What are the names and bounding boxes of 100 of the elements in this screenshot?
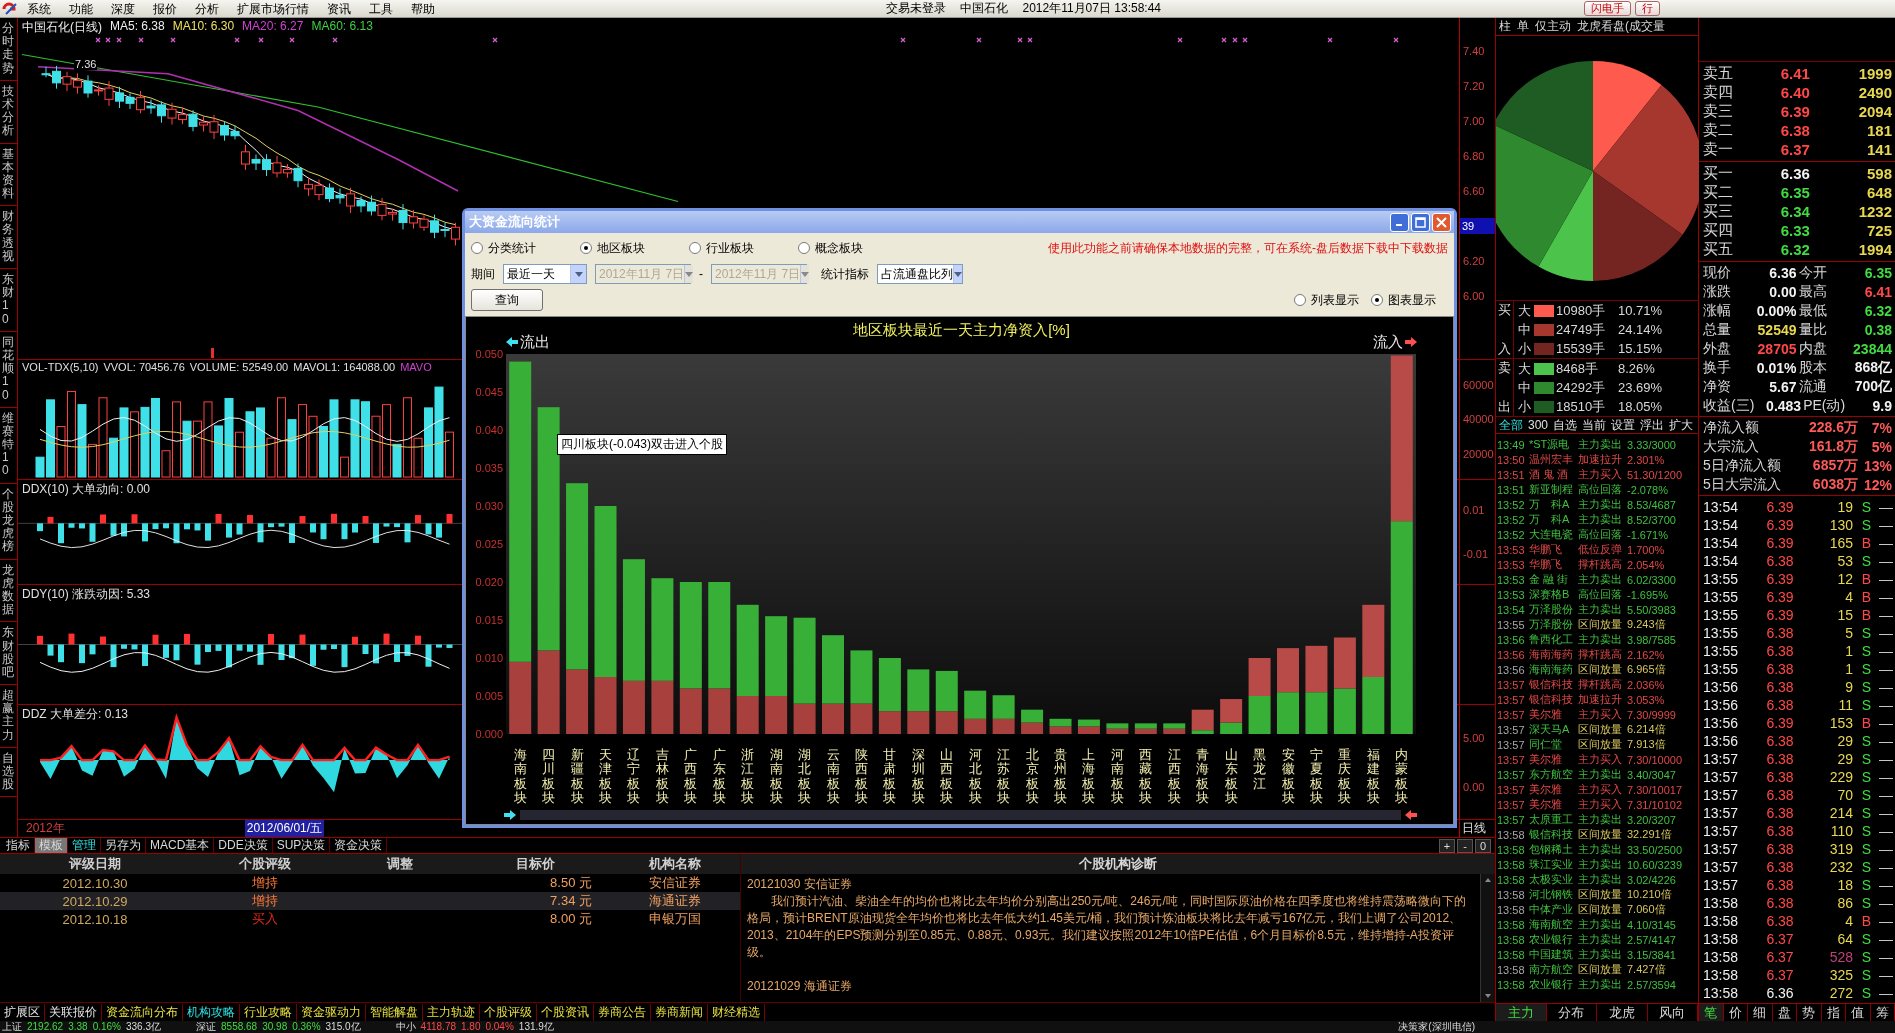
function-tab[interactable]: 智能解盘 <box>366 1003 423 1021</box>
stock-name[interactable]: 美尔雅 <box>1529 797 1576 812</box>
template-tab[interactable]: SUP决策 <box>272 838 331 853</box>
stock-name[interactable]: 万 科A <box>1529 497 1576 512</box>
template-tab[interactable]: MACD基本 <box>146 838 215 853</box>
function-tab[interactable]: 行业攻略 <box>240 1003 297 1021</box>
rating-row[interactable]: 2012.10.30 增持 8.50 元 安信证券 <box>0 874 740 892</box>
function-tab[interactable]: 财经精选 <box>708 1003 765 1021</box>
function-tab[interactable]: 扩展区 <box>0 1003 45 1021</box>
side-tab[interactable]: 自选股 <box>0 747 17 798</box>
stock-name[interactable]: 海南海药 <box>1529 647 1576 662</box>
stock-name[interactable]: 包钢稀土 <box>1529 842 1576 857</box>
menu-item[interactable]: 工具 <box>360 0 402 17</box>
mode-option[interactable]: 行业板块 <box>689 239 754 257</box>
view-tab[interactable]: 仅主动 <box>1535 18 1571 35</box>
stock-name[interactable]: 华鹏飞 <box>1529 542 1576 557</box>
mode-option[interactable]: 地区板块 <box>580 239 645 257</box>
menu-item[interactable]: 系统 <box>18 0 60 17</box>
side-tab[interactable]: 维赛特10 <box>0 407 17 484</box>
function-tab[interactable]: 券商公告 <box>594 1003 651 1021</box>
side-tab[interactable]: 东财股吧 <box>0 622 17 686</box>
view-tab[interactable]: 单 <box>1517 18 1529 35</box>
stock-name[interactable]: 酒 鬼 酒 <box>1529 467 1576 482</box>
view-tab[interactable]: 龙虎看盘(成交量 <box>1577 18 1665 35</box>
stock-name[interactable]: 万 科A <box>1529 512 1576 527</box>
stock-name[interactable]: 万泽股份 <box>1529 602 1576 617</box>
stock-name[interactable]: 深赛格B <box>1529 587 1576 602</box>
view-option[interactable]: 图表显示 <box>1371 291 1436 309</box>
stock-name[interactable]: 鲁西化工 <box>1529 632 1576 647</box>
stock-name[interactable]: 农业银行 <box>1529 977 1576 992</box>
rating-row[interactable]: 2012.10.29 增持 7.34 元 海通证券 <box>0 892 740 910</box>
stock-name[interactable]: 银信科技 <box>1529 677 1576 692</box>
stock-name[interactable]: 金 融 街 <box>1529 572 1576 587</box>
query-button[interactable]: 查询 <box>471 289 543 311</box>
function-tab[interactable]: 资金驱动力 <box>297 1003 366 1021</box>
filter-tab[interactable]: 自选 <box>1553 417 1578 433</box>
menu-item[interactable]: 扩展市场行情 <box>228 0 318 17</box>
zoom-button[interactable]: 0 <box>1475 838 1491 853</box>
stock-name[interactable]: 美尔雅 <box>1529 782 1576 797</box>
mode-option[interactable]: 分类统计 <box>471 239 536 257</box>
stock-name[interactable]: 海南航空 <box>1529 917 1576 932</box>
stock-name[interactable]: 太原重工 <box>1529 812 1576 827</box>
side-tab[interactable]: 东财10 <box>0 269 17 332</box>
menu-item[interactable]: 深度 <box>102 0 144 17</box>
view-tab[interactable]: 柱 <box>1499 18 1511 35</box>
stock-name[interactable]: 珠江实业 <box>1529 857 1576 872</box>
function-tab[interactable]: 主力轨迹 <box>423 1003 480 1021</box>
filter-tab[interactable]: 当前 <box>1582 417 1607 433</box>
stock-name[interactable]: 银信科技 <box>1529 827 1576 842</box>
template-tab[interactable]: DDE决策 <box>214 838 273 853</box>
function-tab[interactable]: 机构攻略 <box>183 1003 240 1021</box>
filter-tab[interactable]: 300 <box>1528 418 1549 432</box>
stock-name[interactable]: 深天马A <box>1529 722 1576 737</box>
stock-name[interactable]: 农业银行 <box>1529 932 1576 947</box>
filter-tab[interactable]: 扩大 <box>1669 417 1694 433</box>
function-tab[interactable]: 资金流向分布 <box>102 1003 183 1021</box>
stock-name[interactable]: 海南海药 <box>1529 662 1576 677</box>
view-option[interactable]: 列表显示 <box>1294 291 1359 309</box>
template-tab[interactable]: 资金决策 <box>330 838 388 853</box>
metric-select[interactable]: 占流通盘比列 <box>877 264 963 284</box>
menu-item[interactable]: 报价 <box>144 0 186 17</box>
zoom-button[interactable]: + <box>1439 838 1455 853</box>
side-tab[interactable]: 同花顺10 <box>0 331 17 408</box>
side-tab[interactable]: 个股龙虎榜 <box>0 483 17 560</box>
stock-name[interactable]: 河北钢铁 <box>1529 887 1576 902</box>
stock-name[interactable]: 温州宏丰 <box>1529 452 1576 467</box>
menu-item[interactable]: 帮助 <box>402 0 444 17</box>
side-tab[interactable]: 财务透视 <box>0 206 17 269</box>
toolbar-button[interactable]: 行 <box>1635 1 1660 16</box>
side-tab[interactable]: 分时走势 <box>0 18 17 81</box>
stock-name[interactable]: 中体产业 <box>1529 902 1576 917</box>
stock-name[interactable]: 南方航空 <box>1529 962 1576 977</box>
side-tab[interactable]: 超赢主力 <box>0 685 17 748</box>
stock-name[interactable]: 东方航空 <box>1529 767 1576 782</box>
function-tab[interactable]: 个股资讯 <box>537 1003 594 1021</box>
stock-name[interactable]: 大连电瓷 <box>1529 527 1576 542</box>
stock-name[interactable]: 万泽股份 <box>1529 617 1576 632</box>
monitor-tab[interactable]: 主力 <box>1496 1004 1547 1021</box>
stock-name[interactable]: 新亚制程 <box>1529 482 1576 497</box>
filter-tab[interactable]: 浮出 <box>1640 417 1665 433</box>
side-tab[interactable]: 基本资料 <box>0 143 17 207</box>
stock-name[interactable]: 太极实业 <box>1529 872 1576 887</box>
stock-name[interactable]: 中国建筑 <box>1529 947 1576 962</box>
stock-name[interactable]: 美尔雅 <box>1529 752 1576 767</box>
stock-name[interactable]: 美尔雅 <box>1529 707 1576 722</box>
function-tab[interactable]: 关联报价 <box>45 1003 102 1021</box>
stock-name[interactable]: *ST源电 <box>1529 437 1576 452</box>
menu-item[interactable]: 资讯 <box>318 0 360 17</box>
stock-name[interactable]: 银信科技 <box>1529 692 1576 707</box>
template-tab[interactable]: 另存为 <box>101 838 146 853</box>
toolbar-button[interactable]: 闪电手 <box>1584 1 1631 16</box>
side-tab[interactable]: 技术分析 <box>0 80 17 144</box>
function-tab[interactable]: 个股评级 <box>480 1003 537 1021</box>
menu-item[interactable]: 分析 <box>186 0 228 17</box>
filter-tab[interactable]: 设置 <box>1611 417 1636 433</box>
detail-tab[interactable]: 笔 <box>1699 1004 1724 1021</box>
side-tab[interactable]: 龙虎数据 <box>0 559 17 623</box>
filter-tab[interactable]: 全部 <box>1499 417 1523 433</box>
period-select[interactable]: 最近一天 <box>503 264 587 284</box>
stock-name[interactable]: 华鹏飞 <box>1529 557 1576 572</box>
